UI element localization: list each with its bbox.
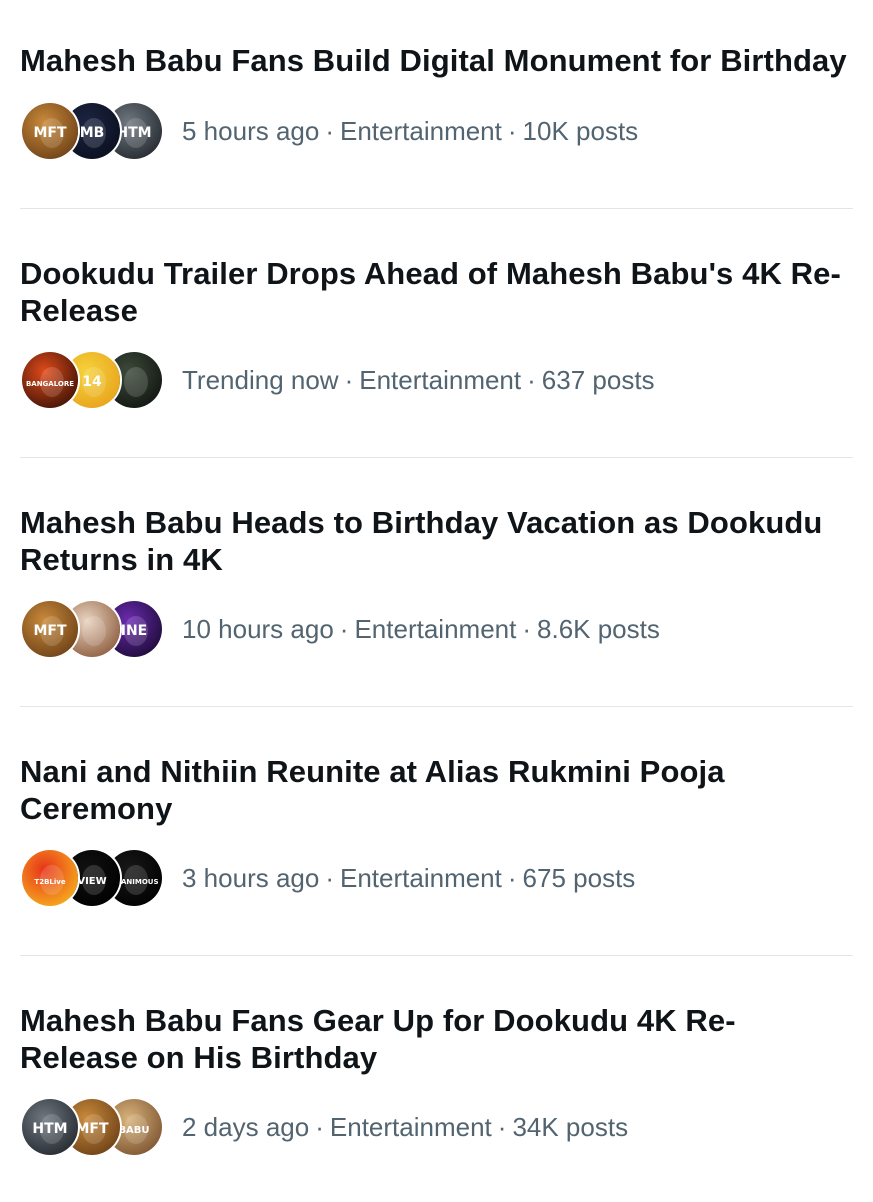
- avatar-image: HTM: [22, 1099, 78, 1155]
- trend-time: 3 hours ago: [182, 862, 320, 893]
- svg-text:MFT: MFT: [33, 623, 66, 639]
- trend-category: Entertainment: [329, 1111, 492, 1142]
- trend-meta-text: 5 hours ago · Entertainment · 10K posts: [182, 116, 638, 147]
- trend-meta-text: Trending now · Entertainment · 637 posts: [182, 365, 655, 396]
- avatar-stack: MFT INE: [20, 598, 164, 660]
- avatar: MFT: [20, 599, 80, 659]
- svg-text:14: 14: [82, 374, 102, 390]
- trend-category: Entertainment: [359, 364, 522, 395]
- separator-dot: ·: [315, 1111, 324, 1142]
- trend-item[interactable]: Nani and Nithiin Reunite at Alias Rukmin…: [20, 707, 853, 956]
- separator-dot: ·: [527, 364, 536, 395]
- trend-post-count: 637 posts: [541, 364, 655, 395]
- separator-dot: ·: [507, 862, 517, 893]
- trend-time: 2 days ago: [182, 1111, 310, 1142]
- trend-meta: HTM MFT BABU 2 days ago · Entertainment · 34…: [20, 1096, 628, 1158]
- trend-title[interactable]: Dookudu Trailer Drops Ahead of Mahesh Ba…: [20, 255, 853, 329]
- trend-meta-text: 2 days ago · Entertainment · 34K posts: [182, 1112, 628, 1143]
- avatar-image: BANGALORE: [22, 352, 78, 408]
- separator-dot: ·: [522, 613, 532, 644]
- trends-list: Mahesh Babu Fans Build Digital Monument …: [0, 0, 873, 1202]
- svg-text:VIEW: VIEW: [77, 876, 106, 887]
- avatar-stack: HTM MFT BABU: [20, 1096, 164, 1158]
- trend-title[interactable]: Nani and Nithiin Reunite at Alias Rukmin…: [20, 753, 853, 827]
- trend-meta-text: 10 hours ago · Entertainment · 8.6K posts: [182, 614, 660, 645]
- svg-text:BANGALORE: BANGALORE: [26, 380, 74, 388]
- avatar-image: MFT: [22, 601, 78, 657]
- avatar-stack: MFT MB HTM: [20, 100, 164, 162]
- trend-post-count: 10K posts: [522, 115, 639, 146]
- trend-time: 5 hours ago: [182, 115, 320, 146]
- trend-item[interactable]: Mahesh Babu Heads to Birthday Vacation a…: [20, 458, 853, 707]
- svg-text:BABU: BABU: [118, 1125, 149, 1136]
- avatar: BANGALORE: [20, 350, 80, 410]
- trend-item[interactable]: Mahesh Babu Fans Gear Up for Dookudu 4K …: [20, 956, 853, 1202]
- svg-text:MFT: MFT: [33, 125, 66, 141]
- separator-dot: ·: [507, 115, 517, 146]
- trend-time: 10 hours ago: [182, 613, 334, 644]
- trend-meta: BANGALORE 14 Trending now · Entertainment ·…: [20, 349, 655, 411]
- avatar-stack: T2BLive VIEW UNANIMOUS: [20, 847, 164, 909]
- trend-meta: MFT INE 10 hours ago · Entertainment · 8.6K …: [20, 598, 660, 660]
- avatar-image: MFT: [22, 103, 78, 159]
- svg-text:MB: MB: [80, 125, 105, 141]
- separator-dot: ·: [325, 115, 334, 146]
- svg-text:INE: INE: [121, 623, 148, 639]
- avatar: MFT: [20, 101, 80, 161]
- trend-item[interactable]: Mahesh Babu Fans Build Digital Monument …: [20, 0, 853, 209]
- trend-post-count: 34K posts: [512, 1111, 629, 1142]
- trend-title[interactable]: Mahesh Babu Heads to Birthday Vacation a…: [20, 504, 853, 578]
- trend-category: Entertainment: [340, 115, 502, 146]
- trend-title[interactable]: Mahesh Babu Fans Build Digital Monument …: [20, 42, 853, 79]
- avatar: T2BLive: [20, 848, 80, 908]
- trend-title[interactable]: Mahesh Babu Fans Gear Up for Dookudu 4K …: [20, 1002, 853, 1076]
- trend-meta-text: 3 hours ago · Entertainment · 675 posts: [182, 863, 635, 894]
- trend-time: Trending now: [182, 364, 339, 395]
- svg-text:MFT: MFT: [75, 1121, 108, 1137]
- trend-meta: T2BLive VIEW UNANIMOUS 3 hours ago · Enter…: [20, 847, 635, 909]
- trend-item[interactable]: Dookudu Trailer Drops Ahead of Mahesh Ba…: [20, 209, 853, 458]
- separator-dot: ·: [497, 1111, 507, 1142]
- trend-category: Entertainment: [340, 862, 502, 893]
- separator-dot: ·: [325, 862, 334, 893]
- avatar-stack: BANGALORE 14: [20, 349, 164, 411]
- separator-dot: ·: [339, 613, 349, 644]
- svg-text:HTM: HTM: [32, 1121, 67, 1137]
- avatar-image: T2BLive: [22, 850, 78, 906]
- svg-text:T2BLive: T2BLive: [34, 878, 65, 886]
- separator-dot: ·: [344, 364, 354, 395]
- trend-category: Entertainment: [354, 613, 517, 644]
- trend-meta: MFT MB HTM 5 hours ago · Entertainment · 10K…: [20, 100, 638, 162]
- trend-post-count: 8.6K posts: [537, 613, 660, 644]
- avatar: HTM: [20, 1097, 80, 1157]
- trend-post-count: 675 posts: [522, 862, 636, 893]
